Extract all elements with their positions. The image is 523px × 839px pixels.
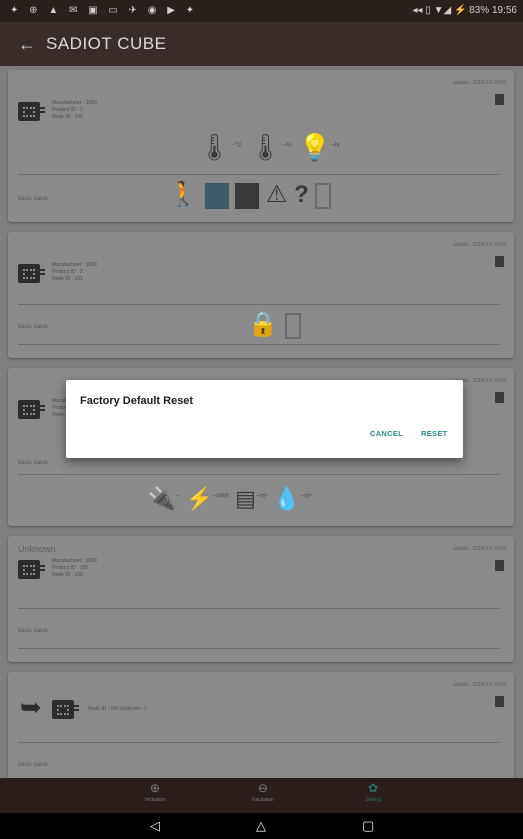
- temp-unit: °C: [235, 142, 242, 149]
- power-value: --: [175, 493, 180, 500]
- endpoint-arrow-icon: ➥: [20, 692, 42, 722]
- update-time: update : 2019.3.6 19:56: [453, 682, 506, 688]
- document-icon[interactable]: [495, 392, 504, 403]
- humidity-thermometer-icon: 🌡: [248, 132, 282, 162]
- manufacturer-text: Manufacturer : 1000: [52, 558, 97, 564]
- lock-icon: 🔒: [248, 311, 278, 338]
- tamper-icon: [235, 182, 260, 209]
- divider: [18, 174, 500, 175]
- add-circle-icon: ⊕: [149, 781, 161, 795]
- back-arrow-icon[interactable]: ←: [18, 34, 36, 55]
- warning-icon: ⚠: [265, 181, 288, 208]
- lux-unit: lx: [334, 142, 340, 149]
- nav-exclusion-label: Exclusion: [252, 797, 274, 803]
- nav-setting[interactable]: ✿ Setting: [328, 781, 418, 803]
- device-card[interactable]: update : 2019.3.6 19:56 ➥ Node ID : 100 …: [8, 672, 514, 778]
- device-meta: Manufacturer : 1000 Product ID : 100 Nod…: [52, 558, 97, 579]
- water-drop-icon: 💧: [272, 486, 301, 511]
- battery-icon: [284, 312, 301, 339]
- update-time: update : 2019.3.6 19:56: [453, 242, 506, 248]
- device-icon: [52, 700, 79, 719]
- divider: [18, 474, 500, 475]
- device-icon: [18, 264, 45, 283]
- device-icon: [18, 102, 45, 121]
- nav-inclusion-label: Inclusion: [145, 797, 165, 803]
- product-id-text: Product ID : 100: [52, 565, 89, 571]
- thermometer-icon: 🌡: [198, 132, 232, 162]
- device-icon: [18, 400, 45, 419]
- device-card[interactable]: update : 2019.3.6 19:56 Manufacturer : 1…: [8, 232, 514, 358]
- device-card[interactable]: update : 2019.3.6 19:56 Manufacturer : 1…: [8, 70, 514, 222]
- basic-value-label: basic value :: [18, 762, 52, 768]
- reset-button[interactable]: RESET: [421, 429, 448, 438]
- system-recent-icon[interactable]: ▢: [362, 818, 374, 834]
- document-icon[interactable]: [495, 560, 504, 571]
- nav-exclusion[interactable]: ⊖ Exclusion: [218, 781, 308, 803]
- divider: [18, 648, 500, 649]
- gear-icon: ✿: [367, 781, 379, 795]
- system-back-icon[interactable]: ◁: [150, 818, 160, 834]
- device-meta: Manufacturer : 1000 Product ID : 1 Node …: [52, 100, 97, 121]
- node-id-text: Node ID : 100: [52, 572, 83, 578]
- node-endpoint-text: Node ID : 100 Endpoint : 1: [88, 706, 147, 712]
- basic-value-label: basic value :: [18, 196, 52, 202]
- nav-setting-label: Setting: [365, 797, 381, 803]
- plug-icon: 🔌: [148, 486, 176, 511]
- status-icon-row: 🔒: [248, 310, 301, 339]
- status-icons: ✦ ⊕ ▲ ✉ ▣ ▭ ✈ ◉ ▶ ✦: [10, 5, 199, 16]
- divider: [18, 304, 500, 305]
- basic-value-label: basic value :: [18, 460, 52, 466]
- cancel-button[interactable]: CANCEL: [370, 429, 403, 438]
- humidity-unit: %: [286, 142, 292, 149]
- question-icon: ?: [294, 181, 309, 208]
- update-time: update : 2019.3.6 19:56: [453, 80, 506, 86]
- divider: [18, 608, 500, 609]
- motion-icon: 🚶: [168, 181, 198, 208]
- energy-icon: ⚡: [185, 486, 213, 511]
- manufacturer-text: Manufacturer : 1000: [52, 100, 97, 106]
- meter-readings: 🔌-- ⚡--kWh ▤--m³ 💧--m³: [148, 486, 311, 512]
- battery-icon: [315, 182, 332, 209]
- node-id-text: Node ID : 101: [52, 276, 83, 282]
- manufacturer-text: Manufacturer : 1000: [52, 262, 97, 268]
- water-unit: m³: [304, 493, 312, 500]
- door-icon: [204, 182, 229, 209]
- system-home-icon[interactable]: △: [256, 818, 266, 834]
- nav-inclusion[interactable]: ⊕ Inclusion: [110, 781, 200, 803]
- dialog-title: Factory Default Reset: [80, 395, 194, 407]
- divider: [18, 742, 500, 743]
- basic-value-label: basic value :: [18, 324, 52, 330]
- device-meta: Manufacturer : 1000 Product ID : 2 Node …: [52, 262, 97, 283]
- product-id-text: Product ID : 2: [52, 269, 83, 275]
- divider: [18, 344, 500, 345]
- bottom-navigation: ⊕ Inclusion ⊖ Exclusion ✿ Setting: [0, 778, 523, 813]
- basic-value-label: basic value :: [18, 628, 52, 634]
- node-id-text: Node ID : 100: [52, 114, 83, 120]
- document-icon[interactable]: [495, 696, 504, 707]
- sensor-readings: 🌡--°C 🌡--% 💡--lx: [198, 132, 339, 163]
- device-icon: [18, 560, 45, 579]
- meter-unit: m³: [259, 493, 267, 500]
- factory-reset-dialog: Factory Default Reset CANCEL RESET: [66, 380, 463, 458]
- gas-meter-icon: ▤: [235, 486, 256, 511]
- status-right: ◂◂ ▯ ▼◢ ⚡ 83% 19:56: [412, 5, 517, 16]
- device-heading: Unknown: [18, 544, 56, 554]
- remove-circle-icon: ⊖: [257, 781, 269, 795]
- document-icon[interactable]: [495, 94, 504, 105]
- product-id-text: Product ID : 1: [52, 107, 83, 113]
- energy-unit: kWh: [216, 493, 229, 500]
- app-bar: ← SADIOT CUBE: [0, 22, 523, 66]
- system-navigation-bar: ◁ △ ▢: [0, 813, 523, 839]
- update-time: update : 2019.3.6 19:56: [453, 546, 506, 552]
- status-bar: ✦ ⊕ ▲ ✉ ▣ ▭ ✈ ◉ ▶ ✦ ◂◂ ▯ ▼◢ ⚡ 83% 19:56: [0, 0, 523, 22]
- document-icon[interactable]: [495, 256, 504, 267]
- bulb-icon: 💡: [298, 132, 331, 162]
- app-title: SADIOT CUBE: [46, 34, 167, 53]
- status-icon-row: 🚶 ⚠ ?: [168, 180, 332, 209]
- device-card[interactable]: Unknown update : 2019.3.6 19:56 Manufact…: [8, 536, 514, 662]
